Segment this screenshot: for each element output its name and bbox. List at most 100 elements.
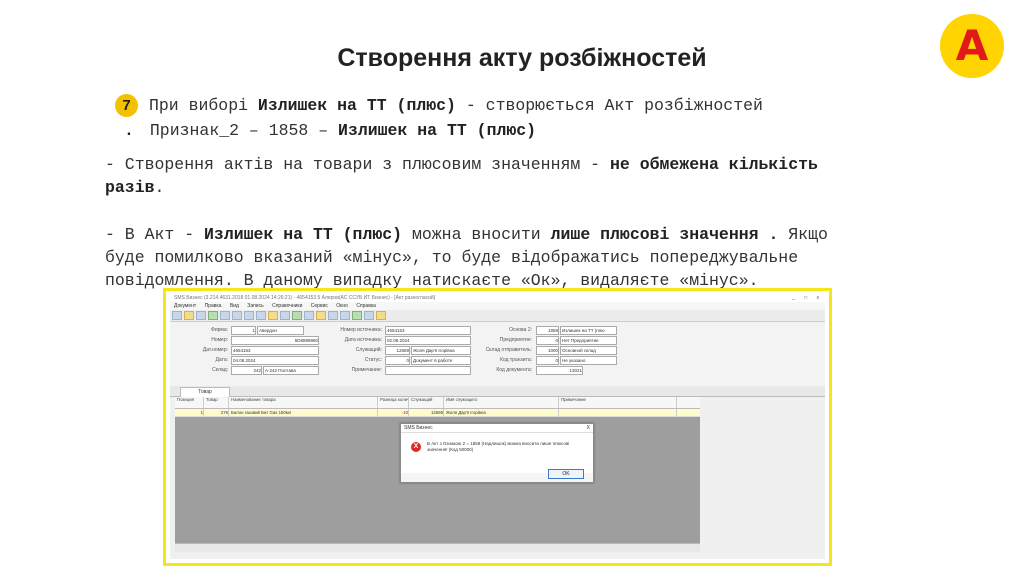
data-ist-field[interactable]: 02.08.2024 (385, 336, 471, 345)
dialog-title: SMS Бизнес (404, 425, 433, 431)
table-row[interactable]: 1 276 Балон газовий Бит Gas 150мл -10 12… (175, 409, 700, 417)
search-icon[interactable] (328, 311, 338, 320)
menu-item-service[interactable]: Сервис (311, 303, 328, 309)
primech-field[interactable] (385, 366, 471, 375)
text: - створюється Акт розбіжностей (455, 96, 763, 115)
sluzh-code-field[interactable]: 12669 (385, 346, 410, 355)
kod-doc-field[interactable]: 13021 (536, 366, 583, 375)
sklad-code-field[interactable]: 242 (231, 366, 262, 375)
sklad-name-field[interactable]: А-242 Полтава (263, 366, 319, 375)
predpr-code-field[interactable]: 0 (536, 336, 559, 345)
dialog-body: X В Акт з Ознакою 2 = 1858 (Надлишок) мо… (401, 433, 593, 473)
ok-button[interactable]: OK (548, 469, 584, 479)
cell-employee-name: Жоля Дар'я Ігорівна (444, 409, 559, 416)
kod-doc-label: Код документа: (496, 367, 532, 373)
predpr-label: Предприятие: (499, 337, 532, 343)
menu-bar: Документ Правка Вид Запись Справочники С… (170, 302, 825, 310)
osnova-code-field[interactable]: 1858 (536, 326, 559, 335)
export-icon[interactable] (352, 311, 362, 320)
col-header[interactable]: Служащий (409, 397, 444, 408)
col-header[interactable]: Наименование товара (229, 397, 378, 408)
sklad-otpr-code-field[interactable]: 1000 (536, 346, 559, 355)
cell-note (559, 409, 677, 416)
menu-item-view[interactable]: Вид (230, 303, 239, 309)
text: - Створення актів на товари з плюсовим з… (105, 155, 610, 174)
status-label: Статус: (364, 357, 382, 363)
window-titlebar: SMS Бизнес (3.214.4631.2018 01.08.2024 1… (170, 294, 825, 302)
bold-text: лише плюсові значення . (550, 225, 779, 244)
menu-item-references[interactable]: Справочники (272, 303, 302, 309)
osnova-name-field[interactable]: Излишек на ТТ (плю (560, 326, 617, 335)
logo: A (940, 14, 1004, 78)
nomer-field[interactable]: 5D8898880 (231, 336, 319, 345)
sluzh-name-field[interactable]: Жоля Дар'я Ігорівна (411, 346, 471, 355)
cell-goods-name: Балон газовий Бит Gas 150мл (229, 409, 378, 416)
status-name-field[interactable]: Документ в работе (411, 356, 471, 365)
firma-code-field[interactable]: 1 (231, 326, 256, 335)
save-icon[interactable] (196, 311, 206, 320)
paragraph-1-line-2: . Признак_2 – 1858 – Излишек на ТТ (плюс) (124, 121, 536, 140)
new-doc-icon[interactable] (172, 311, 182, 320)
col-header[interactable]: Разница количества (378, 397, 409, 408)
window-controls[interactable]: _ □ x (792, 294, 823, 302)
predpr-name-field[interactable]: Нет Предприятие (560, 336, 617, 345)
menu-item-document[interactable]: Документ (174, 303, 196, 309)
settings-icon[interactable] (364, 311, 374, 320)
col-header[interactable]: Товар (204, 397, 229, 408)
text: Якщо (778, 225, 828, 244)
tab-strip: Товар (170, 386, 825, 397)
col-header[interactable]: Примечание (559, 397, 677, 408)
menu-item-edit[interactable]: Правка (205, 303, 222, 309)
bold-text: не обмежена кількість (609, 155, 818, 174)
kod-trans-label: Код транзита: (500, 357, 532, 363)
copy-icon[interactable] (316, 311, 326, 320)
grid-header: Позиция Товар Наименование товара Разниц… (175, 397, 700, 409)
kod-trans-code-field[interactable]: 0 (536, 356, 559, 365)
toolbar (170, 310, 825, 322)
close-icon[interactable]: X (587, 424, 590, 432)
data-label: Дата: (215, 357, 228, 363)
data-field[interactable]: 04.08.2024 (231, 356, 319, 365)
next-record-icon[interactable] (244, 311, 254, 320)
bold-text: Излишек на ТТ (плюс) (257, 96, 456, 115)
error-dialog: SMS Бизнес X X В Акт з Ознакою 2 = 1858 … (400, 423, 594, 483)
col-header[interactable]: Позиция (175, 397, 204, 408)
text: - В Акт - (105, 225, 205, 244)
kod-trans-name-field[interactable]: Не указано (560, 356, 617, 365)
paragraph-3-line-2: буде помилково вказаний «мінус», то буде… (105, 248, 799, 267)
firma-name-field[interactable]: Авердон (257, 326, 304, 335)
tab-goods[interactable]: Товар (180, 387, 230, 397)
cell-difference: -10 (378, 409, 409, 416)
bullet-dot: . (124, 121, 134, 140)
report-icon[interactable] (340, 311, 350, 320)
prev-record-icon[interactable] (232, 311, 242, 320)
open-folder-icon[interactable] (184, 311, 194, 320)
sklad-otpr-name-field[interactable]: Основной склад (560, 346, 617, 355)
last-record-icon[interactable] (256, 311, 266, 320)
menu-item-help[interactable]: Справка (356, 303, 376, 309)
bold-text: разів (105, 178, 155, 197)
dat-nomer-label: Дат.номер: (202, 347, 228, 353)
delete-record-icon[interactable] (280, 311, 290, 320)
document-form: Фирма: 1 Авердон Номер: 5D8898880 Дат.но… (170, 322, 825, 386)
add-record-icon[interactable] (268, 311, 278, 320)
sklad-otpr-label: Склад отправитель: (485, 347, 532, 353)
dialog-titlebar: SMS Бизнес X (401, 424, 593, 433)
primech-label: Примечание: (351, 367, 382, 373)
step-number-badge: 7 (115, 94, 138, 117)
print-icon[interactable] (208, 311, 218, 320)
bold-text: Излишек на ТТ (плюс) (204, 225, 403, 244)
dat-nomer-field[interactable]: 4654153 (231, 346, 319, 355)
filter-icon[interactable] (304, 311, 314, 320)
first-record-icon[interactable] (220, 311, 230, 320)
refresh-icon[interactable] (292, 311, 302, 320)
status-code-field[interactable]: 0 (385, 356, 410, 365)
paragraph-1-line-1: При виборі Излишек на ТТ (плюс) - створю… (149, 96, 763, 115)
help-icon[interactable] (376, 311, 386, 320)
nomer-ist-field[interactable]: 4654153 (385, 326, 471, 335)
text: При виборі (149, 96, 258, 115)
menu-item-record[interactable]: Запись (247, 303, 263, 309)
cell-goods-code: 276 (204, 409, 229, 416)
menu-item-window[interactable]: Окно (336, 303, 348, 309)
col-header[interactable]: Имя служащего (444, 397, 559, 408)
